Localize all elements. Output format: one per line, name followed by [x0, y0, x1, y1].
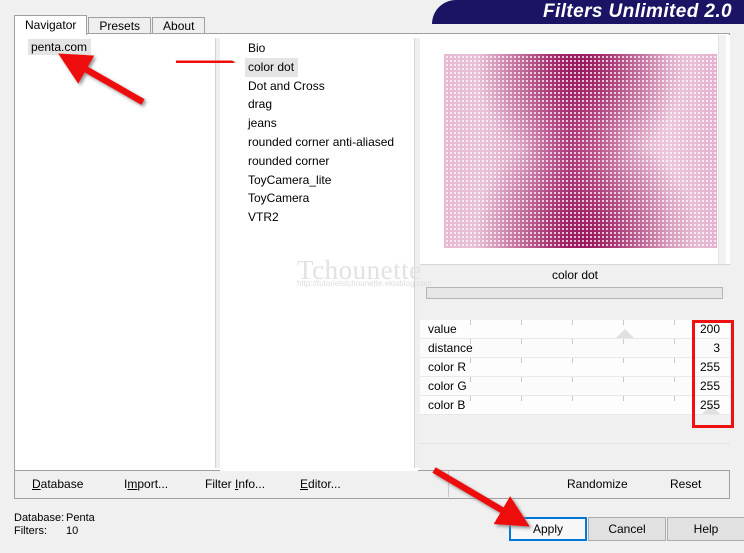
cancel-button[interactable]: Cancel: [588, 517, 666, 541]
parameter-thumb-value[interactable]: [616, 329, 634, 338]
editor-button[interactable]: Editor...: [300, 477, 341, 491]
filter-item-bio[interactable]: Bio: [245, 39, 269, 58]
parameter-track-color-b[interactable]: [470, 396, 675, 414]
parameter-track-distance[interactable]: [470, 339, 675, 357]
parameter-row-distance[interactable]: distance 3: [420, 339, 730, 358]
parameter-row-color-r[interactable]: color R 255: [420, 358, 730, 377]
help-button[interactable]: Help: [667, 517, 744, 541]
parameters-gap: [420, 301, 730, 319]
filter-item-drag[interactable]: drag: [245, 95, 276, 114]
app-title: Filters Unlimited 2.0: [543, 1, 732, 22]
status-database-value: Penta: [66, 512, 95, 524]
tabstrip: Navigator Presets About: [14, 15, 206, 35]
randomize-button[interactable]: Randomize: [567, 477, 628, 491]
preview-vertical-scrollbar[interactable]: [718, 35, 726, 264]
parameter-row-color-b[interactable]: color B 255: [420, 396, 730, 415]
import-button[interactable]: Import...: [124, 477, 168, 491]
watermark: Tchounette http://tutorielstchounette.ek…: [297, 255, 497, 297]
watermark-url: http://tutorielstchounette.eklablog.com: [297, 279, 432, 288]
parameter-rows: value 200 distance 3 color R 255 color G…: [420, 320, 730, 415]
filter-item-rounded-corner-anti-aliased[interactable]: rounded corner anti-aliased: [245, 133, 398, 152]
preview-halftone-overlay: [444, 54, 717, 248]
parameter-label-distance: distance: [428, 341, 473, 355]
filter-item-toycamera-lite[interactable]: ToyCamera_lite: [245, 171, 335, 190]
parameter-track-color-g[interactable]: [470, 377, 675, 395]
filter-item-jeans[interactable]: jeans: [245, 114, 281, 133]
annotation-highlight-box: [692, 320, 734, 428]
parameter-row-value[interactable]: value 200: [420, 320, 730, 339]
status-database-key: Database:: [14, 512, 65, 524]
tab-navigator[interactable]: Navigator: [14, 15, 88, 35]
parameter-label-color-r: color R: [428, 360, 467, 374]
command-bar: Database Import... Filter Info... Editor…: [14, 471, 730, 499]
filter-info-button[interactable]: Filter Info...: [205, 477, 265, 491]
preview-and-parameters: color dot value 200 distance 3 color R 2…: [420, 35, 730, 470]
status-database-row: Database: Penta: [14, 512, 95, 525]
filters-unlimited-window: Filters Unlimited 2.0 Navigator Presets Ab…: [0, 0, 744, 553]
status-info: Database: Penta Filters: 10: [14, 512, 95, 538]
parameter-track-color-r[interactable]: [470, 358, 675, 376]
app-title-banner: Filters Unlimited 2.0: [432, 0, 744, 24]
filter-item-toycamera[interactable]: ToyCamera: [245, 189, 313, 208]
main-panel: penta.com Bio color dot Dot and Cross dr…: [14, 33, 730, 473]
navigator-item-penta[interactable]: penta.com: [28, 39, 92, 55]
filter-item-vtr2[interactable]: VTR2: [245, 208, 283, 227]
status-filters-value: 10: [66, 525, 79, 537]
status-filters-key: Filters:: [14, 525, 47, 537]
status-filters-row: Filters: 10: [14, 525, 95, 538]
filter-item-dot-and-cross[interactable]: Dot and Cross: [245, 77, 329, 96]
preview-image: [444, 54, 717, 248]
filter-list[interactable]: Bio color dot Dot and Cross drag jeans r…: [220, 35, 418, 473]
database-button[interactable]: Database: [32, 477, 83, 491]
parameter-label-color-b: color B: [428, 398, 466, 412]
filter-item-color-dot[interactable]: color dot: [245, 57, 299, 77]
reset-button[interactable]: Reset: [670, 477, 701, 491]
preview-area[interactable]: [420, 35, 730, 264]
parameter-label-color-g: color G: [428, 379, 467, 393]
filter-item-rounded-corner[interactable]: rounded corner: [245, 152, 333, 171]
navigator-list[interactable]: penta.com: [16, 35, 215, 469]
parameter-track-value[interactable]: [470, 320, 675, 338]
parameters-footer: [420, 443, 730, 470]
parameter-row-color-g[interactable]: color G 255: [420, 377, 730, 396]
apply-button[interactable]: Apply: [509, 517, 587, 541]
command-bar-separator: [448, 471, 449, 497]
parameter-label-value: value: [428, 322, 457, 336]
